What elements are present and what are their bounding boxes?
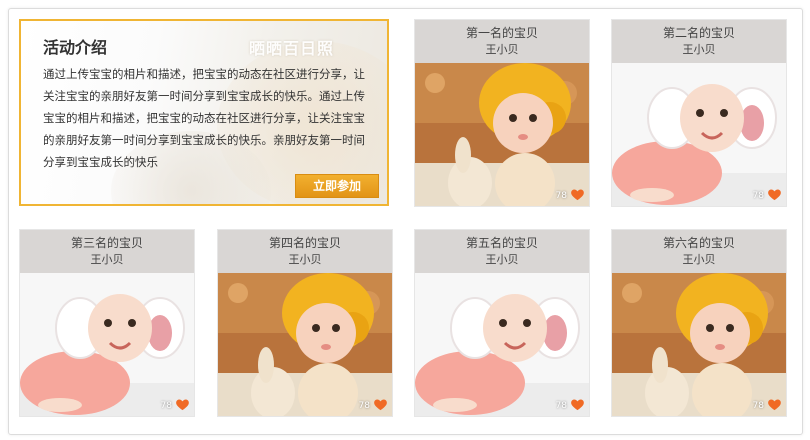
card-rank: 第三名的宝贝 bbox=[70, 236, 143, 250]
heart-icon[interactable] bbox=[175, 397, 190, 412]
card-header: 第五名的宝贝 王小贝 bbox=[415, 230, 589, 273]
card-name: 王小贝 bbox=[288, 253, 322, 266]
baby-photo[interactable] bbox=[415, 273, 590, 417]
rank-card-3[interactable]: 第三名的宝贝 王小贝 78 bbox=[19, 229, 195, 417]
join-now-button[interactable]: 立即参加 bbox=[295, 174, 379, 198]
baby-photo[interactable] bbox=[612, 63, 787, 207]
card-name: 王小贝 bbox=[485, 43, 519, 56]
heart-icon[interactable] bbox=[767, 397, 782, 412]
intro-title: 活动介绍 bbox=[43, 38, 108, 57]
rank-card-4[interactable]: 第四名的宝贝 王小贝 78 bbox=[217, 229, 393, 417]
baby-photo[interactable] bbox=[218, 273, 393, 417]
activity-intro-panel: 活动介绍 晒晒百日照 通过上传宝宝的相片和描述，把宝宝的动态在社区进行分享，让关… bbox=[19, 19, 389, 206]
heart-icon[interactable] bbox=[767, 187, 782, 202]
like-count: 78 bbox=[358, 401, 370, 411]
like-count: 78 bbox=[160, 401, 172, 411]
card-rank: 第二名的宝贝 bbox=[662, 26, 735, 40]
card-header: 第三名的宝贝 王小贝 bbox=[20, 230, 194, 273]
baby-photo[interactable] bbox=[20, 273, 195, 417]
card-header: 第二名的宝贝 王小贝 bbox=[612, 20, 786, 63]
card-rank: 第四名的宝贝 bbox=[268, 236, 341, 250]
card-rank: 第五名的宝贝 bbox=[465, 236, 538, 250]
like-count: 78 bbox=[555, 401, 567, 411]
rank-card-5[interactable]: 第五名的宝贝 王小贝 78 bbox=[414, 229, 590, 417]
intro-description: 通过上传宝宝的相片和描述，把宝宝的动态在社区进行分享，让关注宝宝的亲朋好友第一时… bbox=[43, 67, 365, 169]
card-name: 王小贝 bbox=[90, 253, 124, 266]
card-name: 王小贝 bbox=[485, 253, 519, 266]
baby-photo[interactable] bbox=[415, 63, 590, 207]
intro-watermark: 晒晒百日照 bbox=[249, 39, 335, 58]
card-header: 第六名的宝贝 王小贝 bbox=[612, 230, 786, 273]
like-count: 78 bbox=[555, 191, 567, 201]
like-count: 78 bbox=[752, 191, 764, 201]
like-count: 78 bbox=[752, 401, 764, 411]
card-header: 第一名的宝贝 王小贝 bbox=[415, 20, 589, 63]
card-name: 王小贝 bbox=[682, 43, 716, 56]
heart-icon[interactable] bbox=[570, 397, 585, 412]
card-rank: 第一名的宝贝 bbox=[465, 26, 538, 40]
card-rank: 第六名的宝贝 bbox=[662, 236, 735, 250]
rank-card-2[interactable]: 第二名的宝贝 王小贝 78 bbox=[611, 19, 787, 207]
rank-card-1[interactable]: 第一名的宝贝 王小贝 78 bbox=[414, 19, 590, 207]
rank-card-6[interactable]: 第六名的宝贝 王小贝 78 bbox=[611, 229, 787, 417]
baby-photo[interactable] bbox=[612, 273, 787, 417]
heart-icon[interactable] bbox=[373, 397, 388, 412]
card-header: 第四名的宝贝 王小贝 bbox=[218, 230, 392, 273]
card-name: 王小贝 bbox=[682, 253, 716, 266]
heart-icon[interactable] bbox=[570, 187, 585, 202]
